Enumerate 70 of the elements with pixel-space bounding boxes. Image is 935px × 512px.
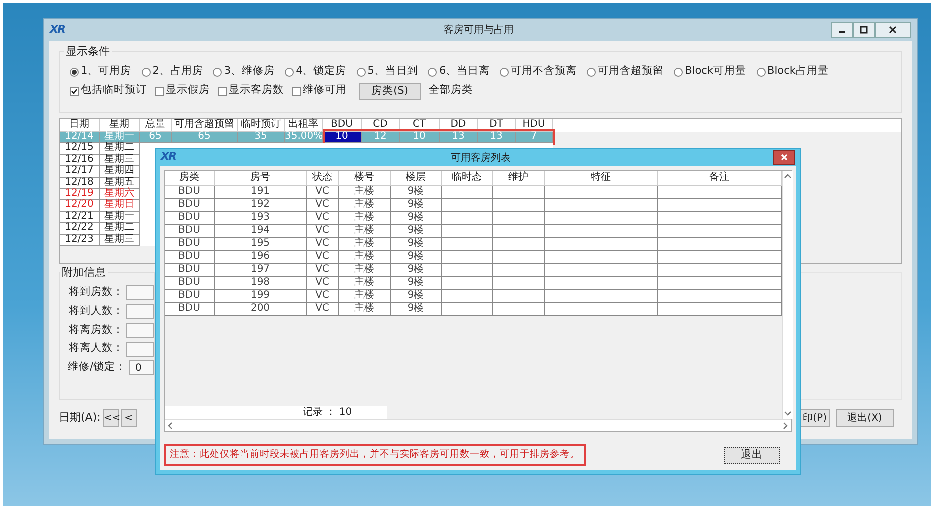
- nav-button[interactable]: <<: [102, 409, 119, 427]
- info-field[interactable]: [126, 322, 154, 338]
- minimize-button[interactable]: [831, 22, 853, 38]
- horizontal-scrollbar[interactable]: [165, 419, 791, 431]
- close-icon: [889, 26, 897, 34]
- info-field[interactable]: [126, 342, 154, 357]
- radio-label[interactable]: 可用不含预离: [511, 64, 578, 80]
- radio-label[interactable]: Block可用量: [685, 64, 747, 80]
- table-cell: BDU: [165, 303, 215, 316]
- field-label: 将到房数：: [69, 285, 124, 300]
- table-cell: 200: [215, 303, 307, 316]
- checkbox-label[interactable]: 包括临时预订: [81, 83, 147, 99]
- checkbox[interactable]: [70, 86, 79, 96]
- close-icon: [780, 154, 788, 161]
- maximize-button[interactable]: [853, 22, 875, 38]
- radio-label[interactable]: 可用含超预留: [598, 64, 664, 80]
- close-button[interactable]: [773, 150, 795, 165]
- radio-button[interactable]: [428, 68, 438, 76]
- grid-cell: 星期三: [100, 234, 140, 246]
- table-cell: [442, 303, 493, 316]
- table-cell: 主楼: [339, 303, 391, 316]
- radio-button[interactable]: [356, 68, 366, 76]
- radio-label[interactable]: 1、可用房: [81, 64, 132, 80]
- radio-button[interactable]: [285, 68, 294, 76]
- radio-button[interactable]: [674, 68, 684, 76]
- checkbox-label[interactable]: 维修可用: [303, 83, 347, 99]
- table-cell: [493, 303, 545, 316]
- checkbox[interactable]: [292, 86, 301, 96]
- vertical-scrollbar[interactable]: [782, 171, 793, 419]
- info-field[interactable]: 0: [128, 360, 154, 376]
- table-cell: 9楼: [391, 303, 442, 316]
- room-type-button[interactable]: 房类(S): [359, 82, 421, 100]
- field-label: 维修/锁定：: [68, 360, 127, 375]
- radio-label[interactable]: 4、锁定房: [296, 64, 347, 80]
- radio-label[interactable]: Block占用量: [768, 64, 829, 80]
- field-label: 将离人数：: [69, 341, 124, 356]
- nav-button[interactable]: <: [120, 409, 137, 427]
- radio-label[interactable]: 3、维修房: [224, 64, 276, 80]
- radio-button[interactable]: [213, 68, 222, 76]
- exit-button[interactable]: 退出(X): [836, 409, 894, 427]
- app-logo: XR: [50, 22, 65, 38]
- room-type-value: 全部房类: [429, 83, 473, 98]
- radio-button[interactable]: [756, 68, 766, 76]
- record-count: 记录 ： 10: [165, 406, 387, 419]
- close-button[interactable]: [875, 22, 911, 38]
- radio-button[interactable]: [500, 68, 510, 76]
- grid-row[interactable]: 12/14 星期一 65 65 35 35.00% 10 12 10 13 13 7: [60, 132, 553, 144]
- info-field[interactable]: [126, 304, 154, 320]
- radio-button[interactable]: [587, 68, 596, 76]
- field-label: 将到人数：: [69, 304, 124, 319]
- maximize-icon: [860, 26, 868, 34]
- window-title: 客房可用与占用: [444, 24, 514, 38]
- exit-button[interactable]: 退出: [724, 446, 780, 464]
- date-label: 日期(A):: [59, 410, 101, 426]
- field-label: 将离房数：: [69, 322, 124, 338]
- radio-label[interactable]: 5、当日到: [368, 64, 418, 80]
- grid-cell: 10: [323, 132, 362, 144]
- checkbox-label[interactable]: 显示客房数: [229, 83, 284, 99]
- table-cell: VC: [307, 303, 339, 316]
- radio-button[interactable]: [70, 68, 79, 76]
- grid-cell: 12/23: [60, 234, 100, 246]
- checkbox[interactable]: [155, 86, 164, 96]
- radio-label[interactable]: 2、占用房: [152, 64, 204, 80]
- print-button[interactable]: 印(P): [798, 409, 830, 427]
- checkbox-label[interactable]: 显示假房: [166, 83, 210, 99]
- notice-text: 注意：此处仅将当前时段未被占用客房列出，并不与实际客房可用数一致，可用于排房参考。: [164, 444, 586, 466]
- info-field[interactable]: [126, 285, 154, 300]
- checkbox[interactable]: [218, 86, 227, 96]
- radio-button[interactable]: [142, 68, 151, 76]
- radio-label[interactable]: 6、当日离: [439, 64, 490, 80]
